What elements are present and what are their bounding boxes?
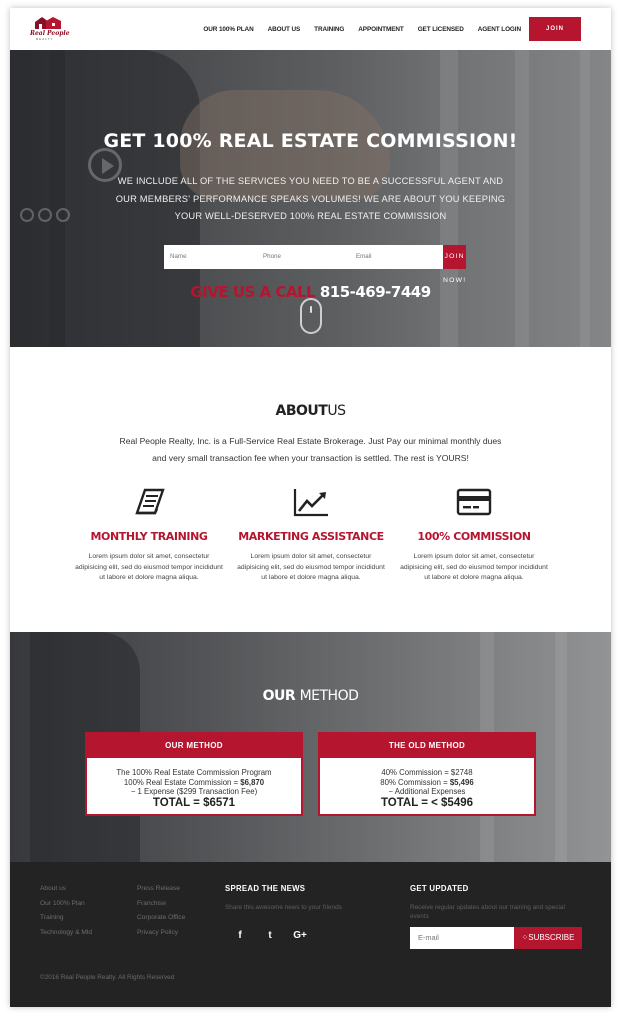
watermark-circle-icon <box>56 208 70 222</box>
get-updated-title: GET UPDATED <box>410 884 469 893</box>
social-links: f t G+ <box>232 928 322 944</box>
feature-text: Lorem ipsum dolor sit amet, consectetur … <box>75 553 223 581</box>
watermark-circle-icon <box>20 208 34 222</box>
subscribe-email-input[interactable] <box>410 927 514 949</box>
nav-get-licensed[interactable]: GET LICENSED <box>418 26 464 33</box>
hero-title: GET 100% REAL ESTATE COMMISSION! <box>103 130 518 152</box>
page-frame: Real People REALTY OUR 100% PLAN ABOUT U… <box>10 8 611 1007</box>
card-line: 100% Real Estate Commission = $6,870 <box>87 778 301 788</box>
our-method-card: OUR METHOD The 100% Real Estate Commissi… <box>85 732 303 816</box>
watermark-dots <box>20 208 74 222</box>
footer-link-corporate[interactable]: Corporate Office <box>137 911 185 926</box>
feature-text: Lorem ipsum dolor sit amet, consectetur … <box>237 553 385 581</box>
card-line: − Additional Expenses <box>388 787 466 797</box>
nav-our-plan[interactable]: OUR 100% PLAN <box>203 26 253 33</box>
subscribe-form: ⁘SUBSCRIBE <box>410 927 582 949</box>
footer-links-col2: Press Release Franchise Corporate Office… <box>137 882 185 940</box>
hero-join-button[interactable]: JOIN NOW! <box>443 245 467 284</box>
facebook-icon[interactable]: f <box>232 928 248 944</box>
brand-name: Real People <box>30 30 70 37</box>
phone-input[interactable] <box>257 245 350 269</box>
site-header: Real People REALTY OUR 100% PLAN ABOUT U… <box>10 8 611 56</box>
site-footer: About us Our 100% Plan Training Technolo… <box>10 862 611 1007</box>
about-title-bold: ABOUT <box>275 403 328 419</box>
email-input[interactable] <box>350 245 443 269</box>
feature-text: Lorem ipsum dolor sit amet, consectetur … <box>400 553 548 581</box>
feature-title: MARKETING ASSISTANCE <box>238 530 384 543</box>
footer-link-plan[interactable]: Our 100% Plan <box>40 897 92 912</box>
card-line: 80% Commission = $5,496 <box>320 778 534 788</box>
card-body: 40% Commission = $2748 80% Commission = … <box>320 758 534 809</box>
main-nav: OUR 100% PLAN ABOUT US TRAINING APPOINTM… <box>189 17 581 56</box>
card-line-text: 80% Commission = <box>380 777 450 787</box>
logo[interactable]: Real People REALTY <box>30 16 70 42</box>
join-now-button[interactable]: JOIN NOW! <box>529 17 581 56</box>
card-heading: THE OLD METHOD <box>320 734 534 758</box>
subscribe-label: SUBSCRIBE <box>528 933 575 942</box>
card-total: TOTAL = < $5496 <box>380 796 474 809</box>
house-logo-icon <box>35 17 61 29</box>
card-line-text: 100% Real Estate Commission = <box>123 777 241 787</box>
hero-lead: WE INCLUDE ALL OF THE SERVICES YOU NEED … <box>115 176 506 221</box>
feature-title: 100% COMMISSION <box>417 530 531 543</box>
nav-appointment[interactable]: APPOINTMENT <box>358 26 404 33</box>
nav-training[interactable]: TRAINING <box>314 26 344 33</box>
signup-form: JOIN NOW! <box>164 245 467 284</box>
footer-link-training[interactable]: Training <box>40 911 92 926</box>
copyright: ©2016 Real People Realty. All Rights Res… <box>40 974 175 981</box>
card-line: − 1 Expense ($299 Transaction Fee) <box>130 787 258 797</box>
card-line: The 100% Real Estate Commission Program <box>116 768 272 777</box>
card-body: The 100% Real Estate Commission Program … <box>87 758 301 809</box>
watermark-circle-icon <box>38 208 52 222</box>
scroll-mouse-icon[interactable] <box>300 298 322 334</box>
about-title: ABOUTUS <box>10 403 611 419</box>
about-title-light: US <box>327 403 346 419</box>
footer-link-technology[interactable]: Technology & Mld <box>40 926 92 941</box>
card-line: 40% Commission = $2748 <box>381 768 473 777</box>
method-title-light: METHOD <box>299 688 359 704</box>
credit-card-icon <box>456 488 492 516</box>
method-section: OUR METHOD OUR METHOD The 100% Real Esta… <box>10 632 611 862</box>
call-label: GIVE US A CALL <box>190 283 316 301</box>
spread-news-title: SPREAD THE NEWS <box>225 884 306 893</box>
name-input[interactable] <box>164 245 257 269</box>
card-total: TOTAL = $6571 <box>152 796 236 809</box>
old-method-card: THE OLD METHOD 40% Commission = $2748 80… <box>318 732 536 816</box>
nav-agent-login[interactable]: AGENT LOGIN <box>478 26 521 33</box>
brand-subtitle: REALTY <box>36 37 54 41</box>
subscribe-button[interactable]: ⁘SUBSCRIBE <box>514 927 582 949</box>
card-heading: OUR METHOD <box>87 734 301 758</box>
get-updated-text: Receive regular updates about our traini… <box>410 904 565 920</box>
book-icon <box>135 488 165 515</box>
footer-links-col1: About us Our 100% Plan Training Technolo… <box>40 882 92 940</box>
spread-news-text: Share this awesome news to your friends <box>225 904 342 911</box>
hero-section: GET 100% REAL ESTATE COMMISSION! WE INCL… <box>10 50 611 347</box>
feature-100-commission: 100% COMMISSION Lorem ipsum dolor sit am… <box>399 487 549 584</box>
footer-link-franchise[interactable]: Franchise <box>137 897 185 912</box>
feature-monthly-training: MONTHLY TRAINING Lorem ipsum dolor sit a… <box>74 487 224 584</box>
card-line-value: $6,870 <box>240 777 265 787</box>
about-intro: Real People Realty, Inc. is a Full-Servi… <box>119 436 502 463</box>
about-section: ABOUTUS Real People Realty, Inc. is a Fu… <box>10 347 611 632</box>
google-plus-icon[interactable]: G+ <box>292 928 308 944</box>
card-line-value: $5,496 <box>449 777 474 787</box>
footer-link-about[interactable]: About us <box>40 882 92 897</box>
feature-title: MONTHLY TRAINING <box>90 530 208 543</box>
nav-about-us[interactable]: ABOUT US <box>268 26 301 33</box>
footer-link-privacy[interactable]: Privacy Policy <box>137 926 185 941</box>
method-title: OUR METHOD <box>10 688 611 704</box>
method-title-bold: OUR <box>262 688 296 704</box>
phone-number[interactable]: 815-469-7449 <box>320 283 431 301</box>
twitter-icon[interactable]: t <box>262 928 278 944</box>
chart-icon <box>293 489 328 517</box>
footer-link-press[interactable]: Press Release <box>137 882 185 897</box>
feature-marketing-assistance: MARKETING ASSISTANCE Lorem ipsum dolor s… <box>236 487 386 584</box>
